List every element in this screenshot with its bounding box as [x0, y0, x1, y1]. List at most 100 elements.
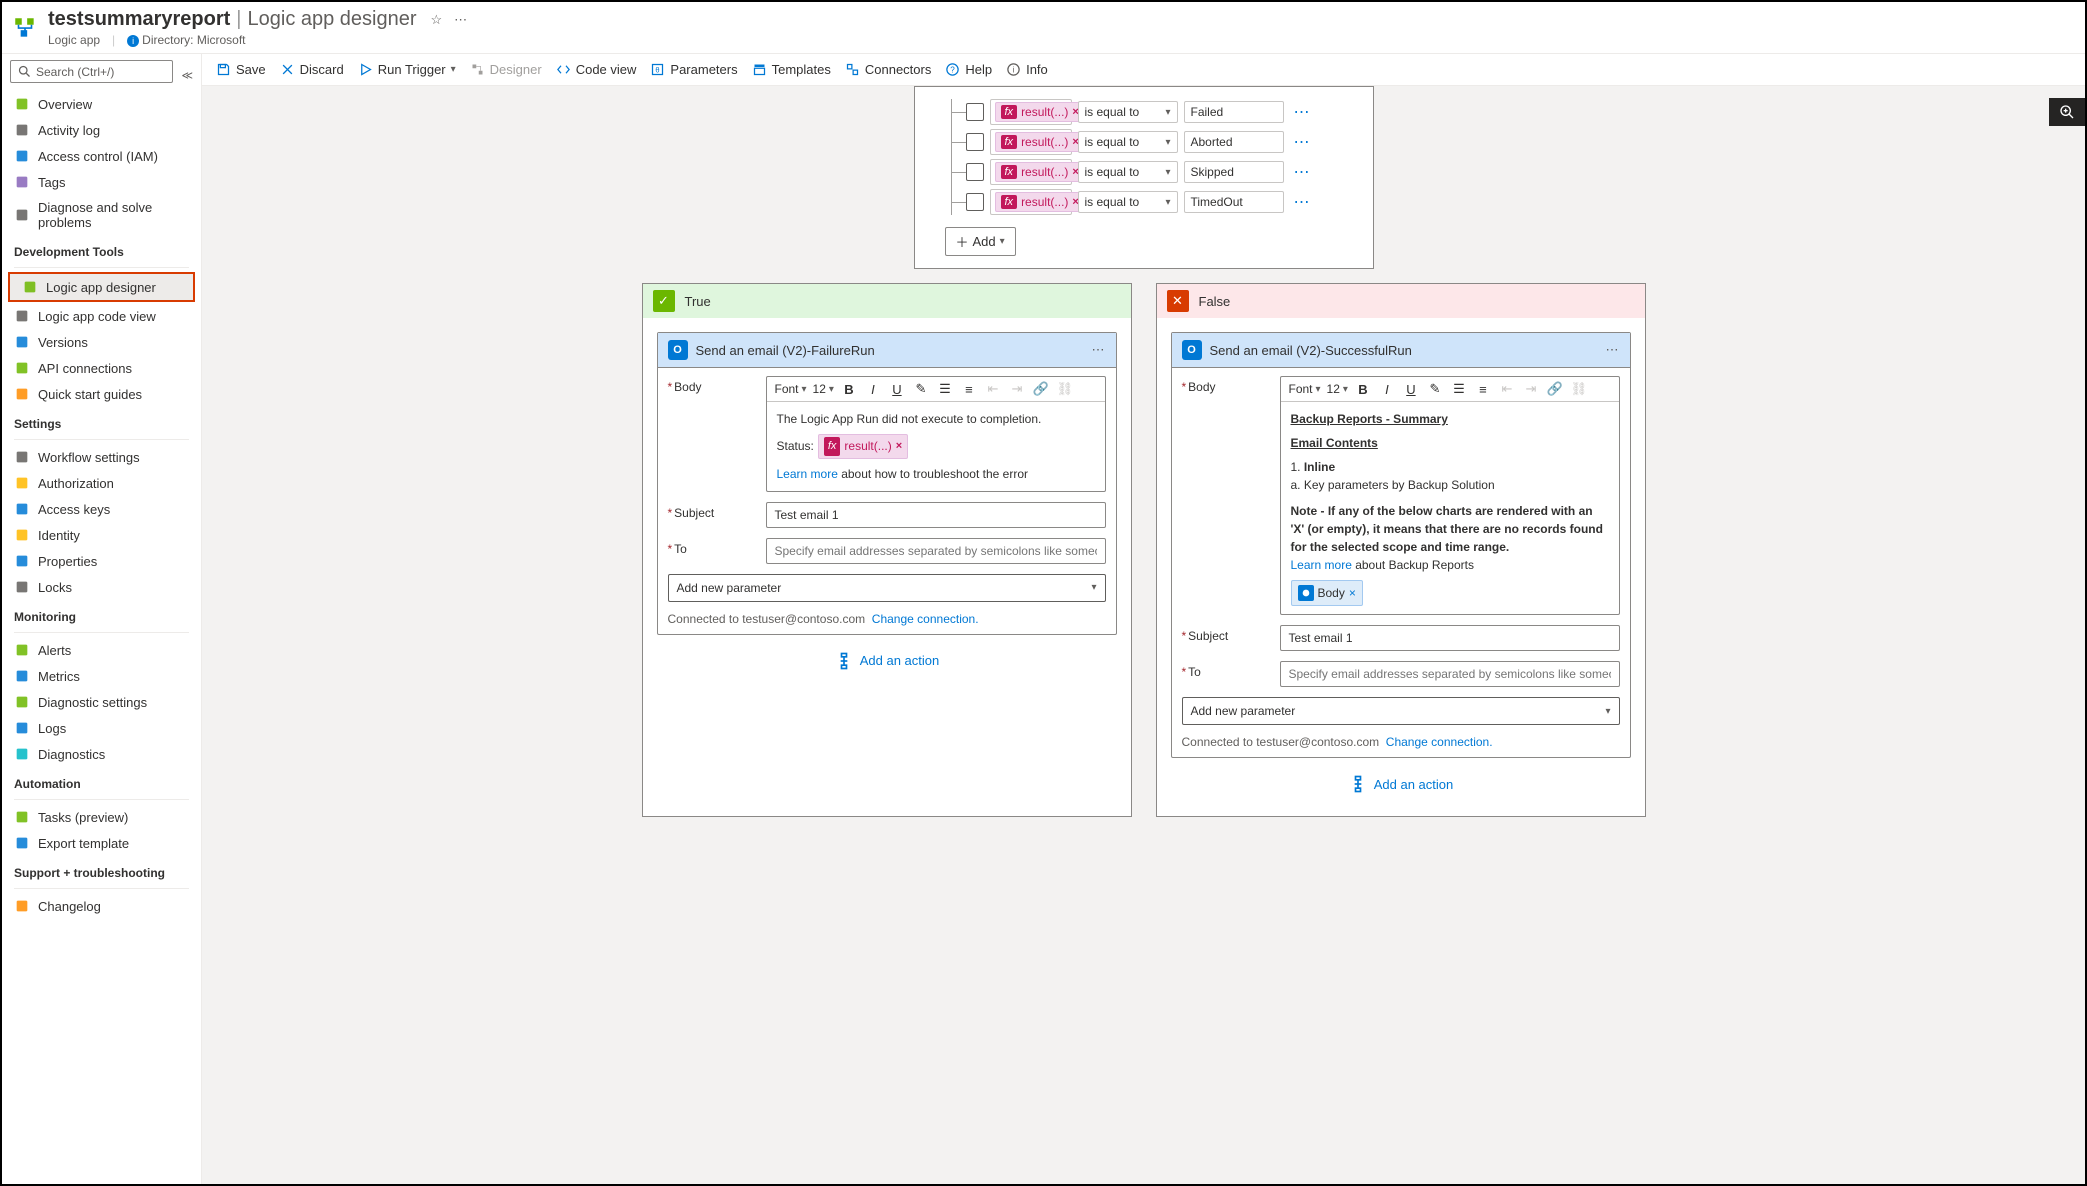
nav-logic-app-designer[interactable]: Logic app designer	[10, 274, 193, 300]
favorite-icon[interactable]: ☆	[431, 12, 443, 28]
nav-changelog[interactable]: Changelog	[2, 893, 201, 919]
unlink-icon[interactable]: ⛓	[1570, 381, 1588, 397]
indent-icon[interactable]: ⇥	[1008, 381, 1026, 397]
nav-overview[interactable]: Overview	[2, 91, 201, 117]
font-select[interactable]: Font ▾	[775, 382, 807, 396]
nav-alerts[interactable]: Alerts	[2, 637, 201, 663]
add-row-button[interactable]: ＋ Add ▾	[945, 227, 1016, 256]
action-header[interactable]: O Send an email (V2)-FailureRun ⋯	[658, 333, 1116, 368]
body-editor[interactable]: Font ▾ 12 ▾ B I U ✎ ☰ ≡	[766, 376, 1106, 492]
save-button[interactable]: Save	[216, 62, 266, 77]
row-more-icon[interactable]: ⋯	[1290, 192, 1315, 212]
numbers-icon[interactable]: ≡	[960, 382, 978, 397]
bold-button[interactable]: B	[1354, 382, 1372, 397]
nav-diagnose-and-solve-problems[interactable]: Diagnose and solve problems	[2, 195, 201, 235]
nav-authorization[interactable]: Authorization	[2, 470, 201, 496]
link-icon[interactable]: 🔗	[1546, 381, 1564, 397]
value-input[interactable]: Failed	[1184, 101, 1284, 123]
row-checkbox[interactable]	[966, 163, 984, 181]
change-connection-link[interactable]: Change connection.	[872, 612, 979, 626]
underline-button[interactable]: U	[888, 382, 906, 397]
pencil-icon[interactable]: ✎	[1426, 381, 1444, 397]
outdent-icon[interactable]: ⇤	[984, 381, 1002, 397]
nav-access-keys[interactable]: Access keys	[2, 496, 201, 522]
nav-metrics[interactable]: Metrics	[2, 663, 201, 689]
true-branch-header[interactable]: ✓ True	[643, 284, 1131, 318]
help-button[interactable]: ?Help	[945, 62, 992, 77]
operand-token[interactable]: fxresult(...)×	[990, 189, 1072, 215]
nav-identity[interactable]: Identity	[2, 522, 201, 548]
fontsize-select[interactable]: 12 ▾	[1327, 382, 1348, 396]
nav-versions[interactable]: Versions	[2, 329, 201, 355]
operand-token[interactable]: fxresult(...)×	[990, 159, 1072, 185]
row-checkbox[interactable]	[966, 133, 984, 151]
nav-tags[interactable]: Tags	[2, 169, 201, 195]
action-more-icon[interactable]: ⋯	[1606, 342, 1620, 358]
font-select[interactable]: Font ▾	[1289, 382, 1321, 396]
value-input[interactable]: TimedOut	[1184, 191, 1284, 213]
to-input[interactable]	[766, 538, 1106, 564]
add-action-button[interactable]: Add an action	[1171, 758, 1631, 802]
fontsize-select[interactable]: 12 ▾	[813, 382, 834, 396]
nav-workflow-settings[interactable]: Workflow settings	[2, 444, 201, 470]
italic-button[interactable]: I	[1378, 382, 1396, 397]
add-param-dropdown[interactable]: Add new parameter▾	[668, 574, 1106, 602]
operand-token[interactable]: fxresult(...)×	[990, 99, 1072, 125]
templates-button[interactable]: Templates	[752, 62, 831, 77]
underline-button[interactable]: U	[1402, 382, 1420, 397]
action-more-icon[interactable]: ⋯	[1092, 342, 1106, 358]
to-input[interactable]	[1280, 661, 1620, 687]
action-header[interactable]: O Send an email (V2)-SuccessfulRun ⋯	[1172, 333, 1630, 368]
nav-logs[interactable]: Logs	[2, 715, 201, 741]
subject-input[interactable]: Test email 1	[766, 502, 1106, 528]
operator-select[interactable]: is equal to▾	[1078, 131, 1178, 153]
nav-export-template[interactable]: Export template	[2, 830, 201, 856]
nav-properties[interactable]: Properties	[2, 548, 201, 574]
value-input[interactable]: Aborted	[1184, 131, 1284, 153]
link-icon[interactable]: 🔗	[1032, 381, 1050, 397]
italic-button[interactable]: I	[864, 382, 882, 397]
nav-access-control-iam-[interactable]: Access control (IAM)	[2, 143, 201, 169]
connectors-button[interactable]: Connectors	[845, 62, 931, 77]
parameters-button[interactable]: θParameters	[650, 62, 737, 77]
row-checkbox[interactable]	[966, 103, 984, 121]
bullets-icon[interactable]: ☰	[1450, 381, 1468, 397]
indent-icon[interactable]: ⇥	[1522, 381, 1540, 397]
info-button[interactable]: iInfo	[1006, 62, 1048, 77]
code-view-button[interactable]: Code view	[556, 62, 637, 77]
nav-tasks-preview-[interactable]: Tasks (preview)	[2, 804, 201, 830]
add-action-button[interactable]: Add an action	[657, 635, 1117, 679]
body-token[interactable]: Body×	[1291, 580, 1363, 606]
nav-quick-start-guides[interactable]: Quick start guides	[2, 381, 201, 407]
sidebar-collapse-icon[interactable]: ≪	[181, 69, 201, 82]
nav-diagnostic-settings[interactable]: Diagnostic settings	[2, 689, 201, 715]
body-content[interactable]: Backup Reports - Summary Email Contents …	[1281, 402, 1619, 614]
value-input[interactable]: Skipped	[1184, 161, 1284, 183]
add-param-dropdown[interactable]: Add new parameter▾	[1182, 697, 1620, 725]
learn-more-link[interactable]: Learn more	[777, 467, 838, 481]
change-connection-link[interactable]: Change connection.	[1386, 735, 1493, 749]
operand-token[interactable]: fxresult(...)×	[990, 129, 1072, 155]
designer-canvas[interactable]: fxresult(...)× is equal to▾ Failed ⋯ fxresul…	[202, 86, 2085, 1184]
numbers-icon[interactable]: ≡	[1474, 382, 1492, 397]
learn-more-link[interactable]: Learn more	[1291, 558, 1352, 572]
row-more-icon[interactable]: ⋯	[1290, 102, 1315, 122]
pencil-icon[interactable]: ✎	[912, 381, 930, 397]
operator-select[interactable]: is equal to▾	[1078, 161, 1178, 183]
nav-locks[interactable]: Locks	[2, 574, 201, 600]
row-checkbox[interactable]	[966, 193, 984, 211]
run-trigger-button[interactable]: Run Trigger▾	[358, 62, 456, 77]
bullets-icon[interactable]: ☰	[936, 381, 954, 397]
more-icon[interactable]: ⋯	[454, 12, 467, 28]
outdent-icon[interactable]: ⇤	[1498, 381, 1516, 397]
bold-button[interactable]: B	[840, 382, 858, 397]
nav-activity-log[interactable]: Activity log	[2, 117, 201, 143]
operator-select[interactable]: is equal to▾	[1078, 101, 1178, 123]
nav-logic-app-code-view[interactable]: Logic app code view	[2, 303, 201, 329]
nav-api-connections[interactable]: API connections	[2, 355, 201, 381]
unlink-icon[interactable]: ⛓	[1056, 381, 1074, 397]
body-content[interactable]: The Logic App Run did not execute to com…	[767, 402, 1105, 491]
row-more-icon[interactable]: ⋯	[1290, 132, 1315, 152]
discard-button[interactable]: Discard	[280, 62, 344, 77]
body-editor[interactable]: Font ▾ 12 ▾ B I U ✎ ☰ ≡	[1280, 376, 1620, 615]
